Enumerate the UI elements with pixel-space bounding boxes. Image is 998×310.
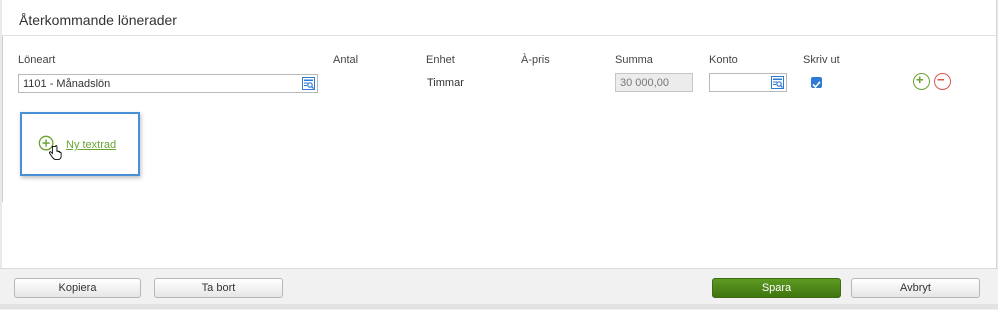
skriv-ut-checkbox[interactable] bbox=[811, 77, 822, 89]
summa-field: 30 000,00 bbox=[615, 73, 693, 92]
summa-value: 30 000,00 bbox=[620, 77, 669, 89]
loneart-field[interactable]: 1101 - Månadslön bbox=[18, 74, 318, 93]
remove-row-button[interactable] bbox=[934, 73, 951, 90]
copy-button[interactable]: Kopiera bbox=[14, 278, 141, 298]
bottom-border bbox=[0, 304, 998, 309]
header-enhet: Enhet bbox=[426, 54, 455, 66]
konto-field[interactable] bbox=[709, 73, 787, 92]
add-row-button[interactable] bbox=[913, 73, 930, 90]
save-button[interactable]: Spara bbox=[712, 278, 841, 298]
add-text-row-highlight: Ny textrad bbox=[20, 112, 140, 176]
header-summa: Summa bbox=[615, 54, 653, 66]
header-skriv-ut: Skriv ut bbox=[803, 54, 840, 66]
header-antal: Antal bbox=[333, 54, 359, 66]
cancel-button[interactable]: Avbryt bbox=[851, 278, 980, 298]
panel-title: Återkommande lönerader bbox=[19, 12, 177, 28]
hand-cursor-icon bbox=[49, 145, 62, 160]
title-divider bbox=[2, 35, 996, 36]
header-apris: À-pris bbox=[521, 54, 550, 66]
lookup-icon[interactable] bbox=[302, 77, 315, 90]
checkmark-icon bbox=[812, 81, 821, 89]
enhet-value: Timmar bbox=[427, 77, 464, 89]
lookup-icon[interactable] bbox=[771, 76, 784, 89]
header-konto: Konto bbox=[709, 54, 738, 66]
left-edge bbox=[2, 36, 3, 202]
delete-button[interactable]: Ta bort bbox=[154, 278, 283, 298]
add-text-row-link[interactable]: Ny textrad bbox=[66, 139, 116, 151]
recurring-salary-panel: Återkommande lönerader Löneart Antal Enh… bbox=[2, 0, 997, 268]
minus-circle-icon bbox=[937, 79, 945, 81]
header-loneart: Löneart bbox=[18, 54, 56, 66]
plus-circle-icon bbox=[916, 76, 924, 84]
loneart-value: 1101 - Månadslön bbox=[23, 78, 111, 90]
